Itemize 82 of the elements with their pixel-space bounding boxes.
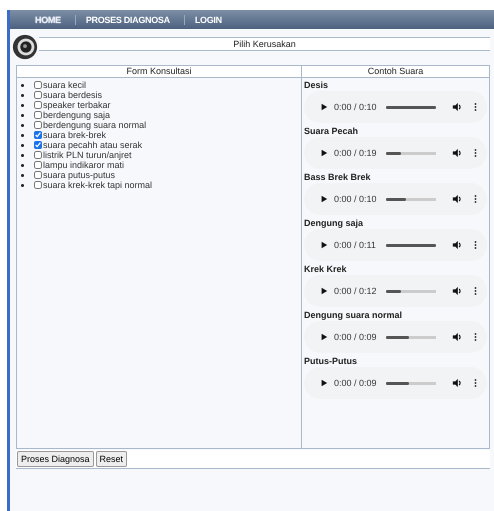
- checkbox[interactable]: [34, 171, 42, 179]
- option-label: listrik PLN turun/anjret: [43, 150, 132, 160]
- checkbox[interactable]: [34, 181, 42, 189]
- bullet-icon: [21, 174, 24, 176]
- column-heading: Contoh Suara: [302, 66, 489, 78]
- sample-title: Desis: [304, 79, 330, 91]
- volume-icon[interactable]: [452, 194, 462, 204]
- checkbox[interactable]: [34, 161, 42, 169]
- play-icon[interactable]: [320, 195, 328, 203]
- progress-track[interactable]: [386, 334, 436, 340]
- more-icon[interactable]: [474, 102, 477, 112]
- option-label: suara pecahh atau serak: [43, 140, 142, 150]
- volume-icon[interactable]: [452, 148, 462, 158]
- sample-title: Krek Krek: [304, 263, 348, 275]
- option-label: suara berdesis: [43, 90, 102, 100]
- speaker-icon: [11, 33, 39, 61]
- bullet-icon: [21, 134, 24, 136]
- sample-title: Dengung suara normal: [304, 309, 404, 321]
- progress-track[interactable]: [386, 288, 436, 294]
- option-label: berdengung saja: [43, 110, 110, 120]
- nav-link[interactable]: LOGIN: [184, 14, 236, 24]
- progress-track[interactable]: [386, 380, 436, 386]
- time-label: 0:00 / 0:09: [334, 378, 378, 388]
- option-label: speaker terbakar: [43, 100, 111, 110]
- submit-button[interactable]: Proses Diagnosa: [17, 451, 94, 467]
- sample-title: Putus-Putus: [304, 355, 358, 367]
- volume-icon[interactable]: [452, 332, 462, 342]
- play-icon[interactable]: [320, 333, 328, 341]
- option-label: lampu indikaror mati: [43, 160, 124, 170]
- play-icon[interactable]: [320, 287, 328, 295]
- play-icon[interactable]: [320, 379, 328, 387]
- volume-icon[interactable]: [452, 378, 462, 388]
- more-icon[interactable]: [474, 148, 477, 158]
- volume-icon[interactable]: [452, 240, 462, 250]
- checkbox[interactable]: [34, 81, 42, 89]
- option-label: berdengung suara normal: [43, 120, 146, 130]
- more-icon[interactable]: [474, 194, 477, 204]
- time-label: 0:00 / 0:12: [334, 286, 378, 296]
- more-icon[interactable]: [474, 240, 477, 250]
- more-icon[interactable]: [474, 286, 477, 296]
- bullet-icon: [21, 84, 24, 86]
- more-icon[interactable]: [474, 332, 477, 342]
- volume-icon[interactable]: [452, 286, 462, 296]
- checkbox[interactable]: [34, 131, 42, 139]
- bullet-icon: [21, 124, 24, 126]
- progress-track[interactable]: [386, 196, 436, 202]
- checkbox[interactable]: [34, 91, 42, 99]
- bullet-icon: [21, 184, 24, 186]
- header-title: Pilih Kerusakan: [39, 36, 490, 50]
- checkbox[interactable]: [34, 111, 42, 119]
- checkbox[interactable]: [34, 141, 42, 149]
- time-label: 0:00 / 0:10: [334, 194, 378, 204]
- play-icon[interactable]: [320, 149, 328, 157]
- option-label: suara putus-putus: [43, 170, 116, 180]
- nav-link[interactable]: PROSES DIAGNOSA: [76, 14, 184, 24]
- bullet-icon: [21, 144, 24, 146]
- sample-title: Suara Pecah: [304, 125, 360, 137]
- bullet-icon: [21, 114, 24, 116]
- bullet-icon: [21, 154, 24, 156]
- bullet-icon: [21, 94, 24, 96]
- column-heading: Form Konsultasi: [17, 66, 301, 78]
- time-label: 0:00 / 0:09: [334, 332, 378, 342]
- time-label: 0:00 / 0:19: [334, 148, 378, 158]
- option-label: suara brek-brek: [43, 130, 106, 140]
- checkbox[interactable]: [34, 151, 42, 159]
- play-icon[interactable]: [320, 241, 328, 249]
- progress-track[interactable]: [386, 150, 436, 156]
- sample-title: Dengung saja: [304, 217, 364, 229]
- option-label: suara krek-krek tapi normal: [43, 180, 152, 190]
- more-icon[interactable]: [474, 378, 477, 388]
- time-label: 0:00 / 0:10: [334, 102, 378, 112]
- option-label: suara kecil: [43, 80, 86, 90]
- sample-title: Bass Brek Brek: [304, 171, 372, 183]
- time-label: 0:00 / 0:11: [334, 240, 377, 250]
- checkbox[interactable]: [34, 121, 42, 129]
- bullet-icon: [21, 164, 24, 166]
- play-icon[interactable]: [320, 103, 328, 111]
- reset-button[interactable]: Reset: [96, 451, 128, 467]
- bullet-icon: [21, 104, 24, 106]
- checkbox[interactable]: [34, 101, 42, 109]
- volume-icon[interactable]: [452, 102, 462, 112]
- nav-link[interactable]: HOME: [25, 14, 75, 24]
